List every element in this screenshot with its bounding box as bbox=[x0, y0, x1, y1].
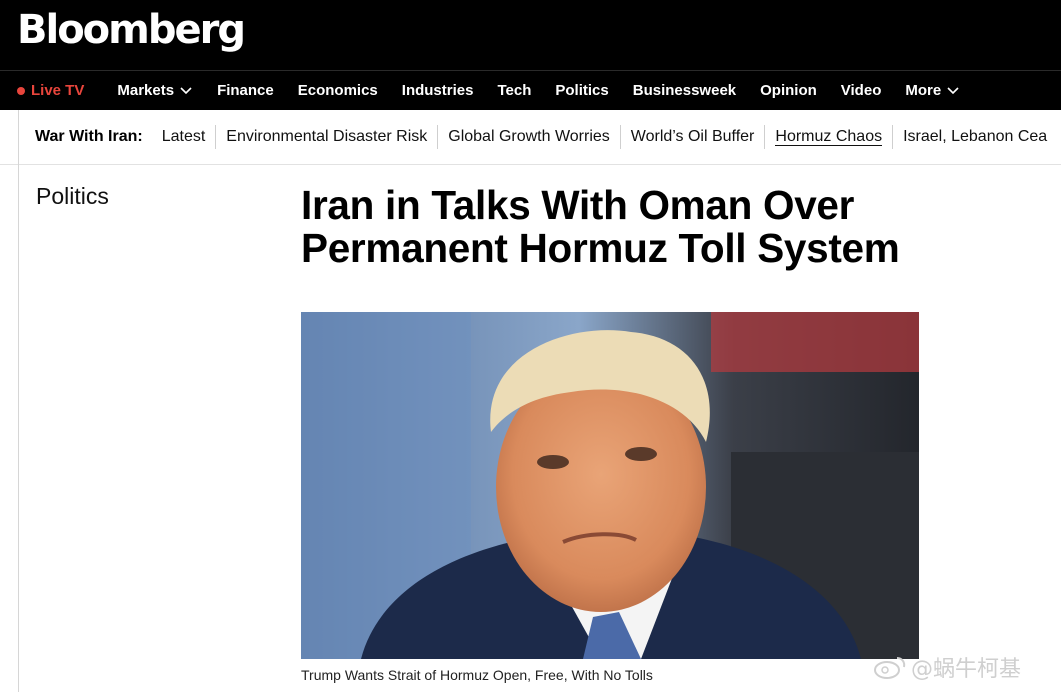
bloomberg-logo[interactable]: Bloomberg bbox=[17, 2, 246, 58]
nav-businessweek[interactable]: Businessweek bbox=[633, 82, 736, 99]
weibo-watermark: @蜗牛柯基 bbox=[873, 651, 1021, 683]
topic-subnav: War With Iran: Latest Environmental Disa… bbox=[0, 110, 1061, 165]
main-nav: Live TV Markets Finance Economics Indust… bbox=[0, 70, 1061, 110]
headline-line-2: Permanent Hormuz Toll System bbox=[301, 225, 900, 271]
subnav-link-oil-buffer[interactable]: World’s Oil Buffer bbox=[621, 125, 766, 149]
chevron-down-icon bbox=[180, 86, 192, 94]
subnav-link-latest[interactable]: Latest bbox=[152, 125, 217, 149]
subnav-link-israel-lebanon[interactable]: Israel, Lebanon Cea bbox=[893, 125, 1057, 149]
left-divider bbox=[18, 110, 19, 692]
nav-politics[interactable]: Politics bbox=[555, 82, 608, 99]
article-photo[interactable] bbox=[301, 312, 919, 659]
subnav-link-label: Global Growth Worries bbox=[448, 128, 610, 145]
photo-caption: Trump Wants Strait of Hormuz Open, Free,… bbox=[301, 667, 653, 683]
nav-economics[interactable]: Economics bbox=[298, 82, 378, 99]
nav-markets[interactable]: Markets bbox=[117, 82, 193, 99]
subnav-link-growth[interactable]: Global Growth Worries bbox=[438, 125, 621, 149]
subnav-link-label: Israel, Lebanon Cea bbox=[903, 128, 1048, 145]
chevron-down-icon bbox=[947, 86, 959, 94]
headline-line-1: Iran in Talks With Oman Over bbox=[301, 182, 855, 228]
weibo-logo-icon bbox=[874, 657, 906, 679]
nav-markets-label: Markets bbox=[117, 82, 175, 99]
nav-finance[interactable]: Finance bbox=[217, 82, 274, 99]
nav-more-label: More bbox=[905, 82, 942, 99]
article-headline: Iran in Talks With Oman Over Permanent H… bbox=[301, 184, 1001, 270]
subnav-link-label: Hormuz Chaos bbox=[775, 128, 883, 146]
nav-more[interactable]: More bbox=[905, 82, 960, 99]
watermark-text: @蜗牛柯基 bbox=[911, 657, 1022, 682]
subnav-link-label: Latest bbox=[161, 128, 206, 145]
subnav-link-hormuz[interactable]: Hormuz Chaos bbox=[765, 125, 894, 149]
nav-industries[interactable]: Industries bbox=[402, 82, 474, 99]
live-dot-icon bbox=[17, 86, 25, 95]
nav-opinion[interactable]: Opinion bbox=[760, 82, 817, 99]
section-label[interactable]: Politics bbox=[36, 183, 109, 210]
subnav-link-label: World’s Oil Buffer bbox=[630, 128, 755, 145]
nav-tech[interactable]: Tech bbox=[497, 82, 531, 99]
masthead: Bloomberg bbox=[0, 0, 1061, 70]
subnav-link-label: Environmental Disaster Risk bbox=[226, 128, 428, 145]
portrait-photo-illustration bbox=[301, 312, 919, 659]
nav-live-tv[interactable]: Live TV bbox=[17, 82, 84, 99]
nav-live-label: Live TV bbox=[31, 82, 85, 99]
subnav-link-environmental[interactable]: Environmental Disaster Risk bbox=[216, 125, 439, 149]
nav-video[interactable]: Video bbox=[841, 82, 882, 99]
subnav-topic-label: War With Iran: bbox=[35, 128, 143, 145]
